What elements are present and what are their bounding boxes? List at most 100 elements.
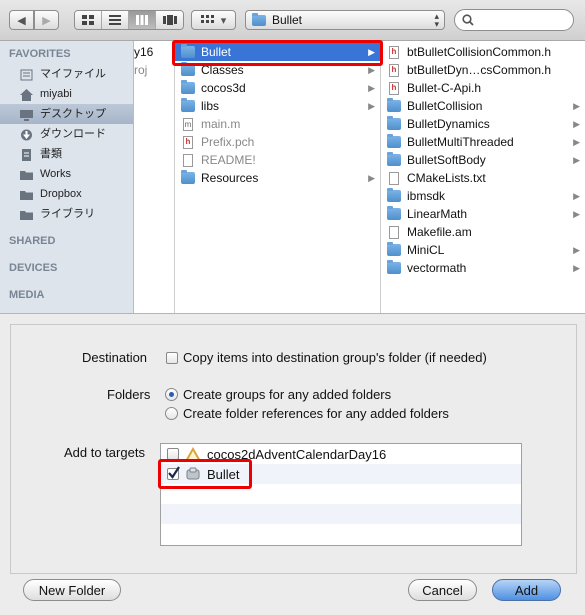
list-item[interactable]: CMakeLists.txt bbox=[381, 169, 585, 187]
disclosure-arrow-icon: ▶ bbox=[573, 191, 580, 201]
list-item[interactable]: roj bbox=[134, 61, 174, 79]
disclosure-arrow-icon: ▶ bbox=[368, 65, 375, 75]
column-project: Bullet ▶ Classes ▶ cocos3d ▶ libs ▶ m main.m … bbox=[175, 41, 381, 313]
folder-icon bbox=[181, 44, 195, 58]
target-checkbox[interactable] bbox=[167, 466, 180, 480]
sidebar-header-favorites: FAVORITES bbox=[9, 48, 71, 60]
create-references-radio[interactable] bbox=[165, 407, 178, 420]
disclosure-arrow-icon: ▶ bbox=[368, 47, 375, 57]
list-item[interactable]: ibmsdk ▶ bbox=[381, 187, 585, 205]
folder-icon bbox=[181, 80, 195, 94]
folder-icon bbox=[387, 188, 401, 202]
folder-icon bbox=[387, 98, 401, 112]
disclosure-arrow-icon: ▶ bbox=[573, 101, 580, 111]
coverflow-view-button[interactable] bbox=[156, 11, 183, 29]
folder-icon bbox=[387, 134, 401, 148]
list-item[interactable]: h btBulletCollisionCommon.h bbox=[381, 43, 585, 61]
forward-button[interactable]: ▶ bbox=[34, 10, 59, 30]
column-item-label: Prefix.pch bbox=[201, 135, 255, 149]
folder-icon bbox=[387, 206, 401, 220]
sidebar-item-home[interactable]: miyabi bbox=[0, 84, 133, 104]
list-icon bbox=[109, 15, 121, 25]
icon-view-button[interactable] bbox=[75, 11, 102, 29]
column-item-label: Bullet-C-Api.h bbox=[407, 81, 482, 95]
sidebar-item-myfiles[interactable]: マイファイル bbox=[0, 64, 133, 84]
column-item-label: libs bbox=[201, 99, 220, 113]
list-item[interactable]: y16 bbox=[134, 43, 174, 61]
sidebar-item-label: マイファイル bbox=[40, 68, 106, 80]
location-popup[interactable]: Bullet ▴ ▾ bbox=[245, 10, 445, 30]
folder-icon bbox=[20, 168, 33, 180]
folders-label: Folders bbox=[107, 387, 151, 402]
list-item[interactable]: MiniCL ▶ bbox=[381, 241, 585, 259]
sidebar-item-works[interactable]: Works bbox=[0, 164, 133, 184]
sidebar-item-label: ライブラリ bbox=[40, 208, 95, 220]
myfiles-icon bbox=[20, 68, 33, 81]
list-item[interactable]: BulletCollision ▶ bbox=[381, 97, 585, 115]
column-item-label: CMakeLists.txt bbox=[407, 171, 486, 185]
sidebar-item-desktop[interactable]: デスクトップ bbox=[0, 104, 133, 124]
list-item[interactable]: LinearMath ▶ bbox=[381, 205, 585, 223]
list-view-button[interactable] bbox=[102, 11, 129, 29]
column-view-button[interactable] bbox=[129, 11, 156, 29]
target-label: Bullet bbox=[207, 466, 240, 482]
copy-items-option[interactable]: Copy items into destination group's fold… bbox=[166, 350, 487, 365]
list-item[interactable]: h Bullet-C-Api.h bbox=[381, 79, 585, 97]
sidebar-item-library[interactable]: ライブラリ bbox=[0, 204, 133, 224]
list-item[interactable]: cocos3d ▶ bbox=[175, 79, 380, 97]
list-item[interactable]: BulletMultiThreaded ▶ bbox=[381, 133, 585, 151]
header-file-icon: h bbox=[183, 135, 193, 149]
list-item[interactable]: Makefile.am bbox=[381, 223, 585, 241]
list-item[interactable]: vectormath ▶ bbox=[381, 259, 585, 277]
target-checkbox[interactable] bbox=[167, 448, 179, 460]
list-item[interactable]: m main.m bbox=[175, 115, 380, 133]
sidebar-header-shared: SHARED bbox=[9, 235, 56, 247]
sidebar-item-dropbox[interactable]: Dropbox bbox=[0, 184, 133, 204]
create-groups-option[interactable]: Create groups for any added folders bbox=[165, 387, 391, 402]
create-groups-label: Create groups for any added folders bbox=[183, 387, 392, 402]
list-item[interactable]: h Prefix.pch bbox=[175, 133, 380, 151]
create-groups-radio[interactable] bbox=[165, 388, 178, 401]
arrange-button[interactable]: ▾ bbox=[191, 10, 236, 30]
list-item[interactable]: libs ▶ bbox=[175, 97, 380, 115]
column-item-label: y16 bbox=[134, 45, 154, 59]
list-item-bullet[interactable]: Bullet ▶ bbox=[175, 43, 380, 61]
target-row-empty bbox=[161, 504, 521, 524]
targets-list: cocos2dAdventCalendarDay16 Bullet bbox=[160, 443, 522, 546]
sidebar-item-downloads[interactable]: ダウンロード bbox=[0, 124, 133, 144]
list-item[interactable]: Resources ▶ bbox=[175, 169, 380, 187]
disclosure-arrow-icon: ▶ bbox=[573, 119, 580, 129]
search-input[interactable] bbox=[454, 9, 574, 31]
back-button[interactable]: ◀ bbox=[9, 10, 34, 30]
chevron-down-icon: ▾ bbox=[220, 14, 227, 27]
list-item[interactable]: Classes ▶ bbox=[175, 61, 380, 79]
folder-icon bbox=[252, 12, 266, 26]
sidebar-item-label: 書類 bbox=[40, 148, 62, 160]
sidebar-item-documents[interactable]: 書類 bbox=[0, 144, 133, 164]
list-item[interactable]: BulletSoftBody ▶ bbox=[381, 151, 585, 169]
list-item[interactable]: README! bbox=[175, 151, 380, 169]
file-browser-toolbar: ◀ ▶ ▾ Bullet ▴ ▾ bbox=[0, 0, 585, 41]
folder-icon bbox=[181, 98, 195, 112]
new-folder-button[interactable]: New Folder bbox=[23, 579, 121, 601]
cancel-button[interactable]: Cancel bbox=[408, 579, 477, 601]
create-references-option[interactable]: Create folder references for any added f… bbox=[165, 406, 449, 421]
target-row[interactable]: cocos2dAdventCalendarDay16 bbox=[161, 444, 521, 464]
add-button[interactable]: Add bbox=[492, 579, 561, 601]
list-item[interactable]: BulletDynamics ▶ bbox=[381, 115, 585, 133]
target-row[interactable]: Bullet bbox=[161, 464, 521, 484]
column-bullet-contents: h btBulletCollisionCommon.h h btBulletDyn…… bbox=[381, 41, 585, 313]
disclosure-arrow-icon: ▶ bbox=[368, 101, 375, 111]
copy-items-checkbox[interactable] bbox=[166, 351, 178, 364]
column-parent: y16 roj bbox=[134, 41, 175, 313]
column-item-label: MiniCL bbox=[407, 243, 445, 257]
folder-icon bbox=[387, 152, 401, 166]
column-item-label: ibmsdk bbox=[407, 189, 446, 203]
header-file-icon: h bbox=[389, 63, 399, 77]
folder-icon bbox=[20, 208, 33, 220]
arrange-grid-icon bbox=[200, 14, 214, 23]
column-item-label: Classes bbox=[201, 63, 244, 77]
list-item[interactable]: h btBulletDyn…csCommon.h bbox=[381, 61, 585, 79]
column-item-label: README! bbox=[201, 153, 256, 167]
downloads-icon bbox=[20, 128, 33, 141]
